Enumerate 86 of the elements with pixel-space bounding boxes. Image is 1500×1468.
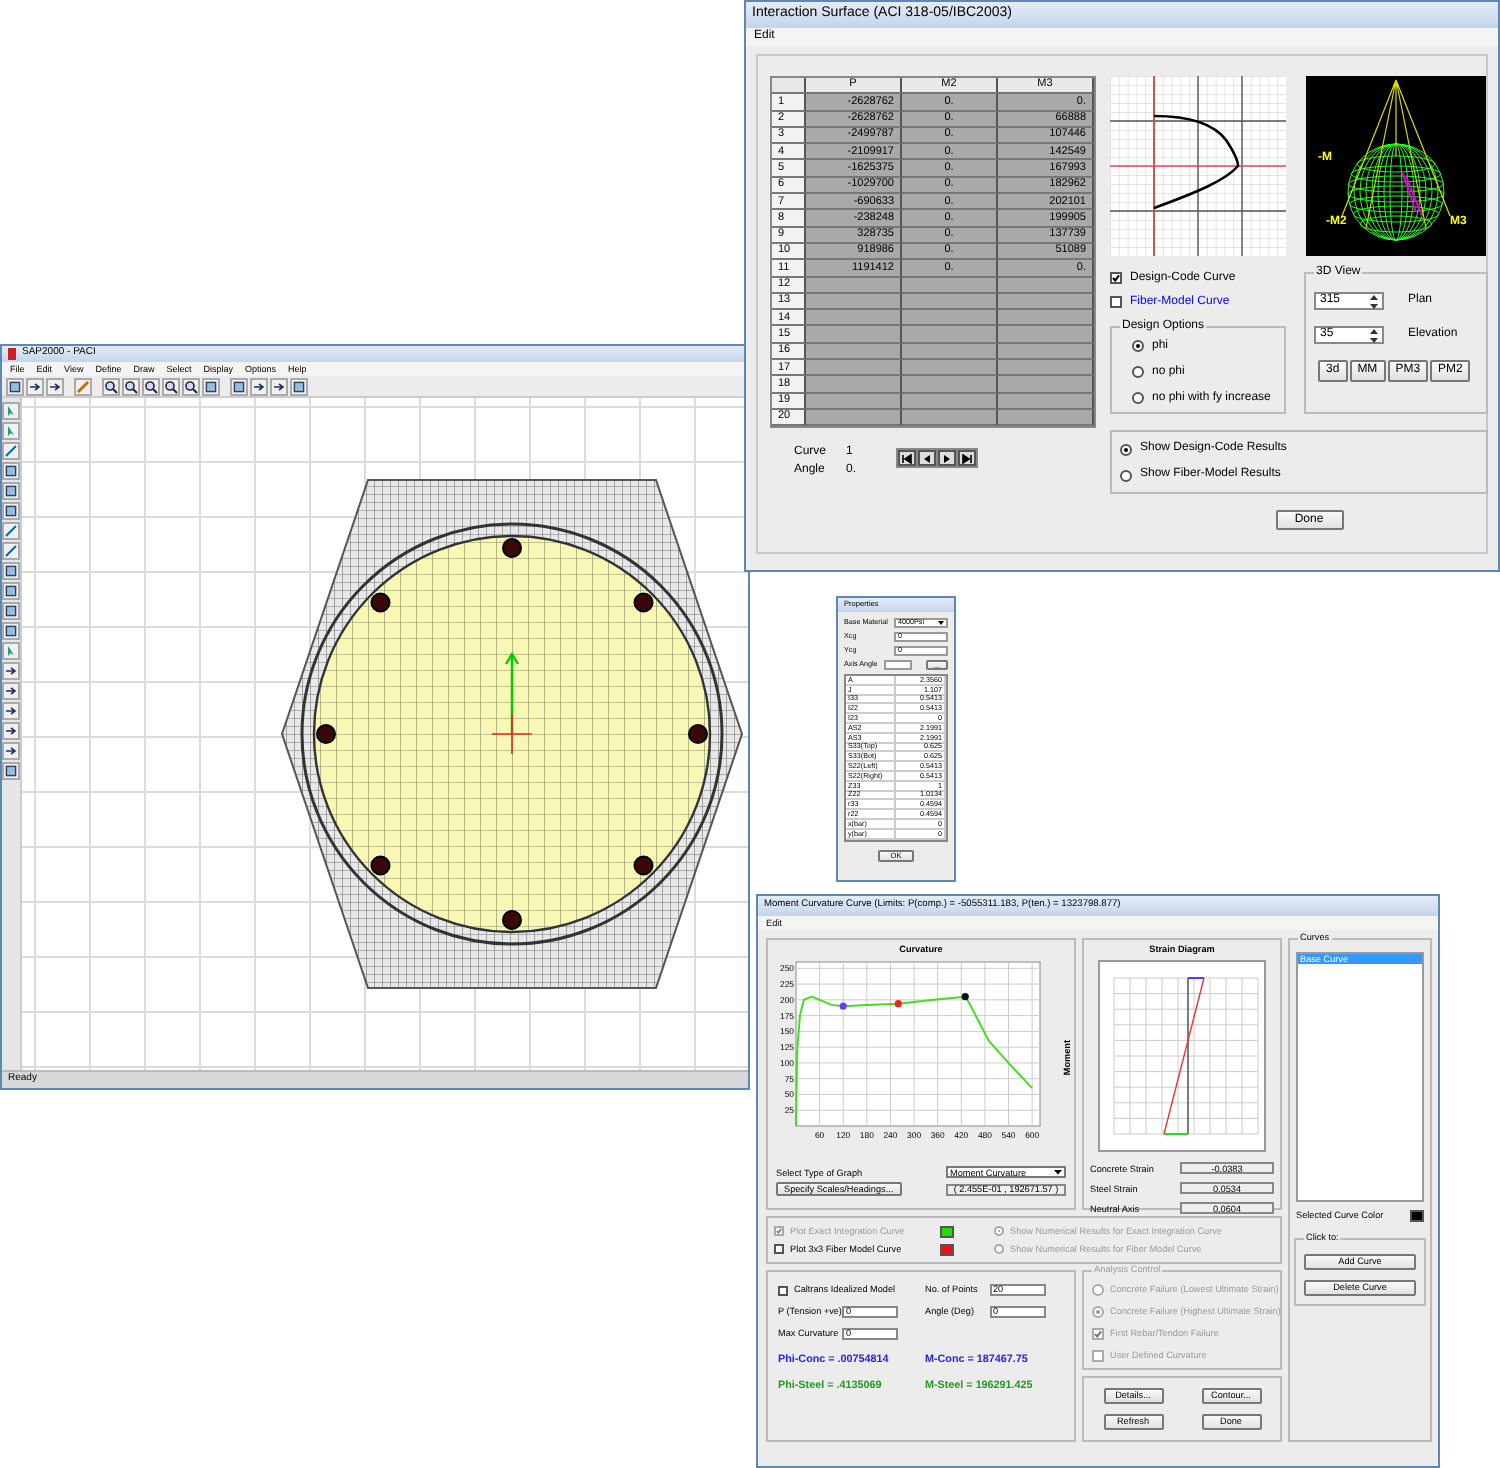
checkbox[interactable] [1110, 272, 1122, 285]
magnifier-icon [144, 379, 158, 393]
toolbar-button[interactable] [6, 377, 24, 395]
toolbar-button[interactable] [2, 662, 20, 680]
magnifier-icon [124, 379, 138, 393]
toolbar-button[interactable] [162, 377, 180, 395]
square-icon [4, 564, 18, 578]
square-icon [4, 764, 18, 778]
toolbar-button[interactable] [250, 377, 268, 395]
table-cell [998, 360, 1094, 377]
toolbar-button[interactable] [2, 702, 20, 720]
skip-icon [962, 453, 973, 464]
table-cell [806, 376, 902, 394]
input-field[interactable] [884, 660, 912, 670]
curve-marker [840, 1003, 848, 1011]
line-icon [4, 444, 18, 458]
dropdown-icon [938, 620, 944, 626]
toolbar-button[interactable] [122, 377, 140, 395]
last-button[interactable] [958, 450, 977, 467]
checkbox[interactable] [778, 1285, 788, 1295]
radio-button[interactable] [1120, 443, 1132, 456]
arrow-icon [28, 379, 42, 393]
arrow-icon [4, 744, 18, 758]
square-icon [4, 624, 18, 638]
table-cell [902, 376, 998, 394]
checkbox[interactable] [774, 1244, 784, 1254]
magnifier-icon [184, 379, 198, 393]
square-icon [4, 464, 18, 478]
square-icon [4, 484, 18, 498]
toolbar-button[interactable] [270, 377, 288, 395]
pencil-icon [76, 379, 90, 393]
pointer-icon [4, 644, 18, 658]
table-cell [902, 326, 998, 344]
toolbar-button[interactable] [46, 377, 64, 395]
arrow-icon [4, 684, 18, 698]
square-icon [232, 379, 246, 393]
toolbar-button[interactable] [102, 377, 120, 395]
toolbar-button[interactable] [2, 742, 20, 760]
table-cell [806, 360, 902, 377]
arrow-icon [272, 379, 286, 393]
table-cell [998, 326, 1094, 344]
radio-button[interactable] [1132, 392, 1144, 404]
toolbar-button[interactable] [2, 722, 20, 740]
curve-marker [895, 1000, 903, 1008]
line-icon [4, 544, 18, 558]
skip-icon [902, 453, 913, 464]
first-button[interactable] [898, 450, 917, 467]
arrow-icon [4, 724, 18, 738]
next-button[interactable] [938, 450, 957, 467]
spin-arrows-icon [1370, 327, 1378, 343]
square-icon [4, 604, 18, 618]
arrow-icon [252, 379, 266, 393]
toolbar-button[interactable] [142, 377, 160, 395]
curve-marker [962, 993, 970, 1001]
table-cell [998, 376, 1094, 394]
toolbar-button[interactable] [2, 682, 20, 700]
radio-button[interactable] [1132, 366, 1144, 379]
line-icon [4, 524, 18, 538]
square-icon [8, 379, 22, 393]
checkbox[interactable] [1110, 296, 1122, 309]
toolbar-button[interactable] [290, 377, 308, 395]
table-cell [806, 310, 902, 327]
toolbar-button[interactable] [26, 377, 44, 395]
arrow-icon [4, 664, 18, 678]
table-cell [998, 310, 1094, 327]
square-icon [292, 379, 306, 393]
dropdown-icon [1054, 1168, 1062, 1177]
arrow-icon [48, 379, 62, 393]
toolbar-button[interactable] [182, 377, 200, 395]
radio-button[interactable] [1120, 469, 1132, 482]
radio-button[interactable] [1132, 340, 1144, 353]
color-swatch[interactable] [1410, 1210, 1424, 1222]
table-cell [806, 326, 902, 344]
toolbar-button[interactable] [2, 762, 20, 780]
square-icon [4, 504, 18, 518]
square-icon [4, 584, 18, 598]
square-icon [204, 379, 218, 393]
magnifier-icon [164, 379, 178, 393]
magnifier-icon [104, 379, 118, 393]
arrow-icon [4, 704, 18, 718]
prev-button[interactable] [918, 450, 937, 467]
table-cell [902, 360, 998, 377]
table-cell [902, 310, 998, 327]
app-icon [8, 348, 16, 360]
table-header-cell [772, 78, 806, 95]
spin-arrows-icon [1370, 293, 1378, 309]
